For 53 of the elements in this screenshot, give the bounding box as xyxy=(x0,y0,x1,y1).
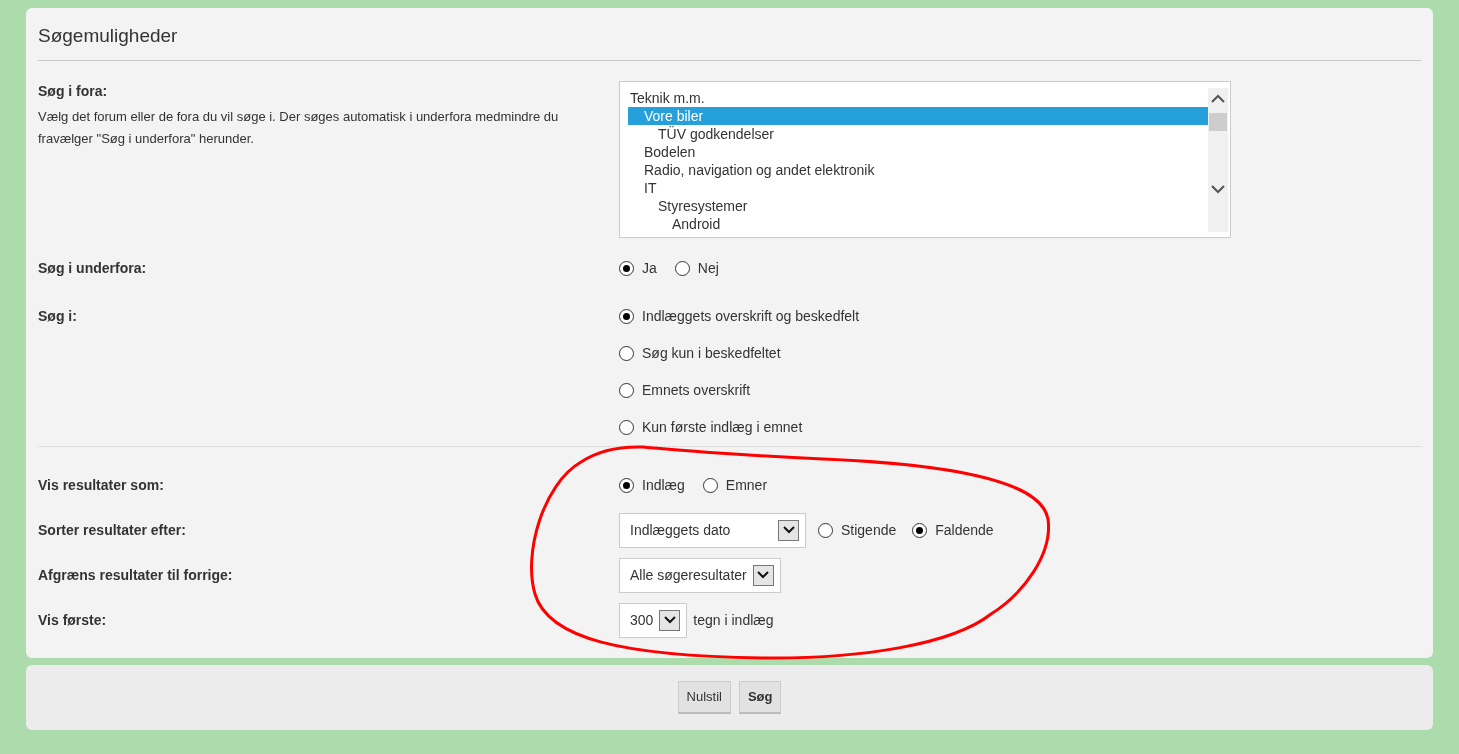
radio-label: Indlæggets overskrift og beskedfelt xyxy=(642,306,860,326)
radio-label: Emner xyxy=(725,475,768,495)
radio-label: Indlæg xyxy=(642,475,685,495)
forum-option[interactable]: Android xyxy=(628,214,1208,233)
scrollbar[interactable] xyxy=(1208,87,1228,232)
chevron-up-icon[interactable] xyxy=(1211,93,1225,103)
radio-label: Faldende xyxy=(935,520,994,540)
caret-icon xyxy=(663,616,676,624)
radio-label: Nej xyxy=(697,258,719,278)
select-field[interactable]: 300 xyxy=(619,602,688,638)
radio-button[interactable] xyxy=(619,382,634,398)
radio-button[interactable] xyxy=(619,260,634,276)
caret-icon xyxy=(757,571,770,579)
select-field[interactable]: Alle søgeresultater xyxy=(619,557,781,593)
dropdown-button[interactable] xyxy=(778,519,799,541)
radio-label: Søg kun i beskedfeltet xyxy=(642,343,781,363)
forum-option[interactable]: TÜV godkendelser xyxy=(628,124,1208,143)
reset-button[interactable]: Nulstil xyxy=(677,681,731,714)
forum-listbox[interactable]: Teknik m.m. Vore biler TÜV godkendelser Bodelen Radio, navigation og andet elektronik IT Styresystemer Android xyxy=(619,80,1231,238)
radio-label: Stigende xyxy=(841,520,897,540)
radio-button[interactable] xyxy=(818,522,833,538)
select-field[interactable]: Indlæggets dato xyxy=(619,512,806,548)
scrollbar-thumb[interactable] xyxy=(1209,112,1227,131)
forum-option[interactable]: Teknik m.m. xyxy=(628,88,1208,107)
radio-button[interactable] xyxy=(619,345,634,361)
field-description: Vælg det forum eller de fora du vil søge i. Der søges automatisk i underfora medmindre du fravælger "Søg i underfora" herunder. xyxy=(38,107,560,148)
field-label: Søg i fora: xyxy=(38,81,109,101)
field-label: Vis første: xyxy=(38,610,108,630)
forum-option[interactable]: IT xyxy=(628,178,1208,197)
caret-icon xyxy=(782,526,795,534)
dropdown-button[interactable] xyxy=(659,609,681,631)
forum-option[interactable]: Radio, navigation og andet elektronik xyxy=(628,160,1208,179)
field-label: Søg i underfora: xyxy=(38,258,148,278)
search-button[interactable]: Søg xyxy=(738,681,782,714)
chevron-down-icon[interactable] xyxy=(1211,184,1225,194)
field-label: Sorter resultater efter: xyxy=(38,520,187,540)
radio-label: Ja xyxy=(642,258,657,278)
radio-label: Kun første indlæg i emnet xyxy=(642,417,803,437)
forum-option[interactable]: Styresystemer xyxy=(628,196,1208,215)
radio-button[interactable] xyxy=(702,477,718,493)
panel-title: Søgemuligheder xyxy=(38,24,179,48)
field-label: Vis resultater som: xyxy=(38,475,165,495)
radio-button[interactable] xyxy=(912,522,928,538)
field-label: Søg i: xyxy=(38,306,78,326)
radio-button[interactable] xyxy=(619,419,634,435)
forum-option[interactable]: Bodelen xyxy=(628,142,1208,161)
field-label: Afgræns resultater til forrige: xyxy=(38,565,234,585)
suffix-text: tegn i indlæg xyxy=(693,610,774,630)
radio-button[interactable] xyxy=(619,308,634,324)
dropdown-button[interactable] xyxy=(752,564,774,586)
radio-button[interactable] xyxy=(619,477,634,493)
radio-button[interactable] xyxy=(674,260,690,276)
radio-label: Emnets overskrift xyxy=(642,380,751,400)
